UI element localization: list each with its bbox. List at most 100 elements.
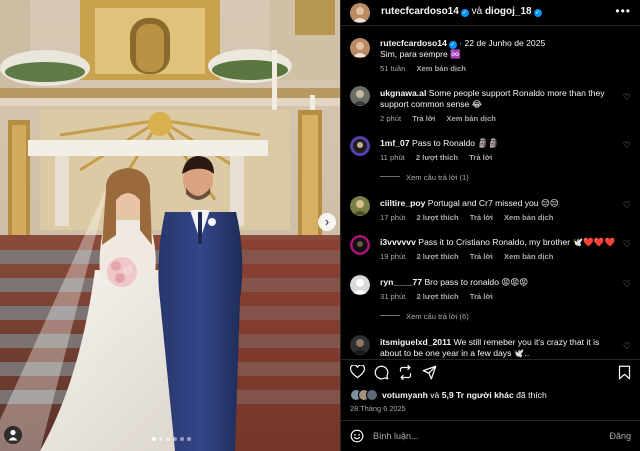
post-photo[interactable]: › [0, 0, 340, 451]
caption-text-block: rutecfcardoso14 ✓ · 22 de Junho de 2025 S… [380, 38, 546, 59]
commenter-avatar[interactable] [350, 86, 370, 106]
translate-link[interactable]: Xem bản dịch [504, 252, 553, 261]
comment-like-heart-icon[interactable]: ♡ [623, 200, 631, 211]
comment-text-block: itsmiguelxd_2011 We still remeber you it… [380, 337, 618, 359]
caption-date: 22 de Junho de 2025 [464, 38, 546, 48]
authors-connector: và [471, 6, 483, 17]
caption-text: Sim, para sempre ♾️ [380, 49, 461, 59]
comment-like-heart-icon[interactable]: ♡ [623, 92, 631, 103]
likes-text: votumyanh và 5,9 Tr người khác đã thích [382, 390, 547, 400]
commenter-avatar[interactable] [350, 196, 370, 216]
likes-connector: và [430, 390, 440, 400]
liker-avatars [350, 389, 380, 401]
liker-avatar [366, 389, 378, 401]
heart-icon[interactable] [350, 365, 365, 379]
comment-like-heart-icon[interactable]: ♡ [623, 341, 631, 352]
comment-input[interactable] [373, 428, 573, 444]
commenter-avatar[interactable] [350, 235, 370, 255]
caption-age: 51 tuần [380, 64, 406, 73]
comment-text: Bro pass to ronaldo 😡😡😡 [424, 277, 529, 287]
tagged-users-button[interactable] [4, 426, 22, 444]
reply-link[interactable]: Trả lời [469, 153, 492, 162]
carousel-next-button[interactable]: › [318, 213, 336, 231]
comment-likes[interactable]: 2 lượt thích [416, 153, 458, 162]
comment-text-block: ukgnawa.al Some people support Ronaldo m… [380, 88, 618, 110]
wedding-photo-illustration [0, 0, 340, 451]
liker-username[interactable]: votumyanh [382, 390, 428, 400]
commenter-avatar[interactable] [350, 136, 370, 156]
comment-meta: 31 phút 2 lượt thích Trả lời [380, 292, 502, 301]
verified-badge-icon: ✓ [533, 9, 542, 17]
carousel-dot [166, 437, 170, 441]
comment-username[interactable]: ryn____77 [380, 277, 422, 287]
author-username[interactable]: rutecfcardoso14 [381, 6, 459, 17]
comment-text-block: i3vvvvvv Pass it to Cristiano Ronaldo, m… [380, 237, 618, 248]
verified-badge-icon: ✓ [448, 41, 457, 49]
comment-text-block: ciiltire_poy Portugal and Cr7 missed you… [380, 198, 618, 209]
chevron-right-icon: › [324, 214, 330, 229]
view-replies-label[interactable]: Xem câu trả lời (1) [406, 173, 469, 182]
reply-link[interactable]: Trả lời [412, 114, 435, 123]
comment-meta: 11 phút 2 lượt thích Trả lời [380, 153, 501, 162]
translate-link[interactable]: Xem bản dịch [447, 114, 496, 123]
comment-likes[interactable]: 2 lượt thích [416, 292, 458, 301]
caption-meta: 51 tuần Xem bản dịch [380, 64, 475, 73]
reply-link[interactable]: Trả lời [470, 292, 493, 301]
comment-likes[interactable]: 2 lượt thích [416, 213, 458, 222]
likes-suffix: đã thích [516, 390, 547, 400]
comment-username[interactable]: itsmiguelxd_2011 [380, 337, 451, 347]
comment-username[interactable]: ukgnawa.al [380, 88, 426, 98]
comment-username[interactable]: i3vvvvvv [380, 237, 416, 247]
comment-like-heart-icon[interactable]: ♡ [623, 279, 631, 290]
post-date: 28 Tháng 6 2025 [350, 404, 406, 413]
comment-text: Pass to Ronaldo 🗿🗿 [412, 138, 499, 148]
verified-badge-icon: ✓ [460, 9, 469, 17]
send-icon[interactable] [422, 365, 437, 380]
view-replies-label[interactable]: Xem câu trả lời (6) [406, 312, 469, 321]
view-replies-link[interactable]: Xem câu trả lời (1) [380, 173, 469, 182]
emoji-icon[interactable] [350, 429, 364, 443]
caption-author-avatar[interactable] [350, 38, 370, 58]
comment-time: 2 phút [380, 114, 402, 123]
repost-icon[interactable] [398, 365, 413, 380]
likes-others[interactable]: 5,9 Tr người khác [442, 390, 514, 400]
carousel-dot [159, 437, 163, 441]
caption-author[interactable]: rutecfcardoso14 [380, 38, 447, 48]
carousel-dot [152, 437, 156, 441]
comment-text-block: ryn____77 Bro pass to ronaldo 😡😡😡 [380, 277, 618, 288]
post-side-panel: rutecfcardoso14 ✓ và diogoj_18 ✓ ••• rutec… [340, 0, 640, 451]
post-comment-button[interactable]: Đăng [609, 431, 631, 441]
translate-link[interactable]: Xem bản dịch [416, 64, 465, 73]
comment-text: Pass it to Cristiano Ronaldo, my brother… [418, 237, 616, 247]
translate-link[interactable]: Xem bản dịch [504, 213, 553, 222]
comment-username[interactable]: 1mf_07 [380, 138, 410, 148]
reply-link[interactable]: Trả lời [470, 252, 493, 261]
commenter-avatar[interactable] [350, 275, 370, 295]
comment-time: 11 phút [380, 153, 405, 162]
post-actions [341, 359, 640, 385]
comment-text: Portugal and Cr7 missed you 😔😔 [427, 198, 559, 208]
comment-meta: 17 phút 2 lượt thích Trả lời Xem bản dịc… [380, 213, 562, 222]
user-icon [8, 429, 18, 441]
reply-link[interactable]: Trả lời [470, 213, 493, 222]
comment-time: 17 phút [380, 213, 406, 222]
carousel-dot [187, 437, 191, 441]
comment-like-heart-icon[interactable]: ♡ [623, 140, 631, 151]
coauthor-username[interactable]: diogoj_18 [485, 6, 532, 17]
comment-meta: 19 phút 2 lượt thích Trả lời Xem bản dịc… [380, 252, 562, 261]
author-avatar[interactable] [350, 3, 370, 23]
carousel-dots [152, 437, 191, 441]
post-header: rutecfcardoso14 ✓ và diogoj_18 ✓ ••• [341, 0, 640, 26]
commenter-avatar[interactable] [350, 335, 370, 355]
comment-composer: Đăng [341, 420, 640, 451]
comment-icon[interactable] [374, 365, 389, 380]
comment-likes[interactable]: 2 lượt thích [416, 252, 458, 261]
bookmark-icon[interactable] [618, 365, 631, 380]
comment-username[interactable]: ciiltire_poy [380, 198, 425, 208]
carousel-dot [173, 437, 177, 441]
instagram-post-modal: › rutecfcardoso14 ✓ và diogoj_18 ✓ ••• r… [0, 0, 640, 451]
comment-like-heart-icon[interactable]: ♡ [623, 239, 631, 250]
view-replies-link[interactable]: Xem câu trả lời (6) [380, 312, 469, 321]
more-horizontal-icon[interactable]: ••• [615, 4, 631, 18]
comment-time: 31 phút [380, 292, 406, 301]
